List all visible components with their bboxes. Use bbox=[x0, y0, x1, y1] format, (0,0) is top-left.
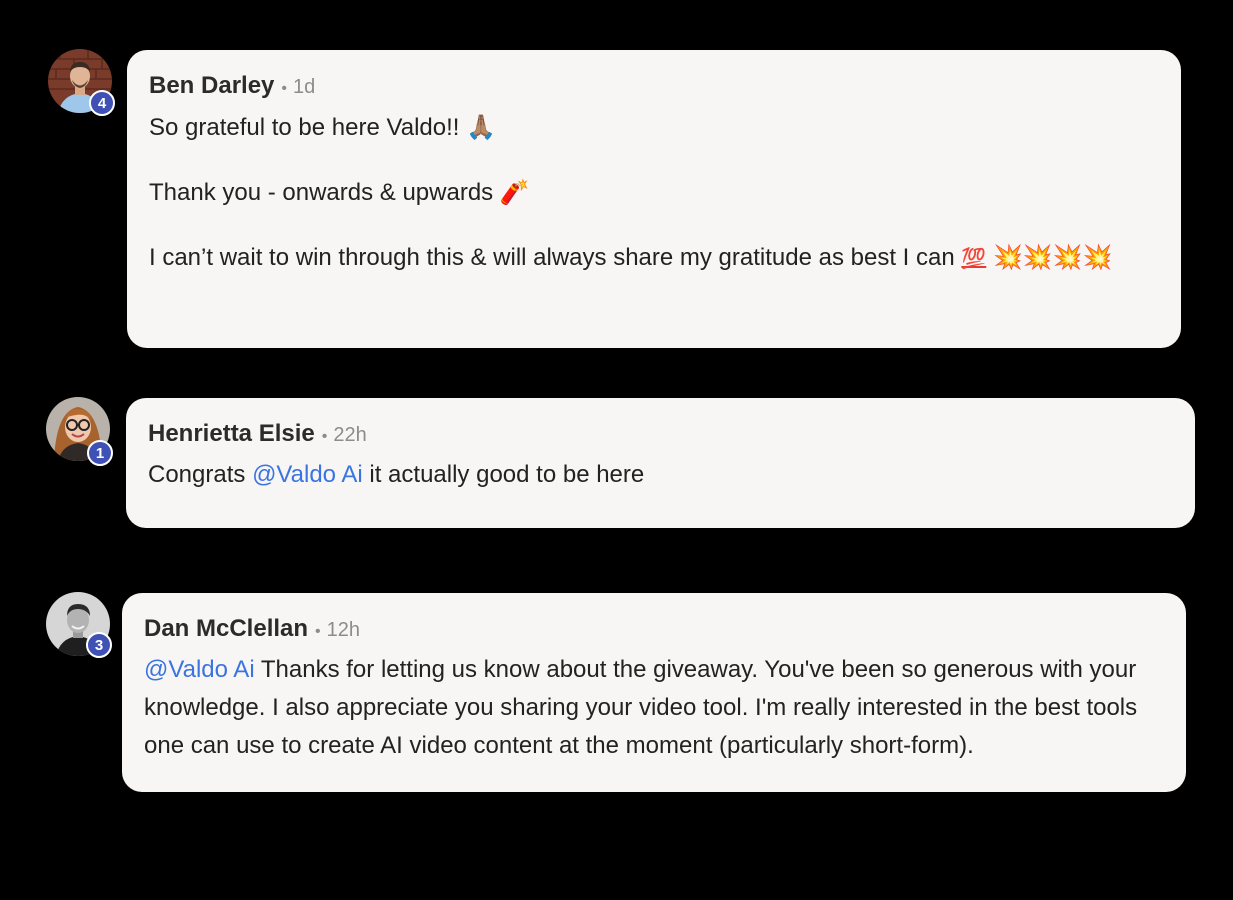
comment-paragraph: @Valdo Ai Thanks for letting us know abo… bbox=[144, 651, 1164, 765]
comment-paragraph: Congrats @Valdo Ai it actually good to b… bbox=[148, 456, 1173, 494]
paragraph-text: it actually good to be here bbox=[362, 461, 645, 488]
author-name[interactable]: Dan McClellan bbox=[144, 615, 308, 643]
comment-paragraph: I can’t wait to win through this & will … bbox=[149, 238, 1159, 277]
level-badge: 4 bbox=[89, 90, 115, 116]
comment-bubble: Ben Darley • 1d So grateful to be here V… bbox=[127, 50, 1181, 348]
level-badge: 1 bbox=[87, 440, 113, 466]
comment-bubble: Henrietta Elsie • 22h Congrats @Valdo Ai… bbox=[126, 398, 1195, 528]
paragraph-text: Thanks for letting us know about the giv… bbox=[144, 656, 1138, 759]
mention-link[interactable]: @Valdo Ai bbox=[144, 656, 255, 683]
paragraph-text: Thank you - onwards & upwards bbox=[149, 179, 500, 206]
timestamp[interactable]: 12h bbox=[327, 619, 360, 642]
author-name[interactable]: Ben Darley bbox=[149, 72, 274, 100]
comment-bubble: Dan McClellan • 12h @Valdo Ai Thanks for… bbox=[122, 593, 1186, 792]
comment-header: Dan McClellan • 12h bbox=[144, 615, 1164, 643]
firecracker-emoji-icon: 🧨 bbox=[499, 178, 530, 206]
level-badge: 3 bbox=[86, 632, 112, 658]
paragraph-text: So grateful to be here Valdo!! bbox=[149, 114, 467, 141]
timestamp[interactable]: 1d bbox=[293, 76, 315, 99]
separator-dot: • bbox=[315, 623, 321, 640]
comment-paragraph: Thank you - onwards & upwards 🧨 bbox=[149, 173, 1159, 212]
collision-emoji-icon: 💥💥💥💥 bbox=[992, 243, 1113, 271]
mention-link[interactable]: @Valdo Ai bbox=[252, 461, 363, 488]
timestamp[interactable]: 22h bbox=[333, 424, 366, 447]
separator-dot: • bbox=[321, 428, 328, 445]
folded-hands-emoji-icon: 🙏🏽 bbox=[466, 113, 496, 141]
comment-header: Ben Darley • 1d bbox=[149, 72, 1159, 100]
paragraph-text: Congrats bbox=[148, 461, 253, 488]
comment-header: Henrietta Elsie • 22h bbox=[148, 420, 1173, 448]
author-name[interactable]: Henrietta Elsie bbox=[148, 420, 315, 448]
comment-paragraph: So grateful to be here Valdo!! 🙏🏽 bbox=[149, 108, 1159, 147]
hundred-points-emoji-icon: 💯 bbox=[961, 246, 987, 270]
paragraph-text: I can’t wait to win through this & will … bbox=[149, 244, 962, 271]
separator-dot: • bbox=[281, 80, 287, 97]
